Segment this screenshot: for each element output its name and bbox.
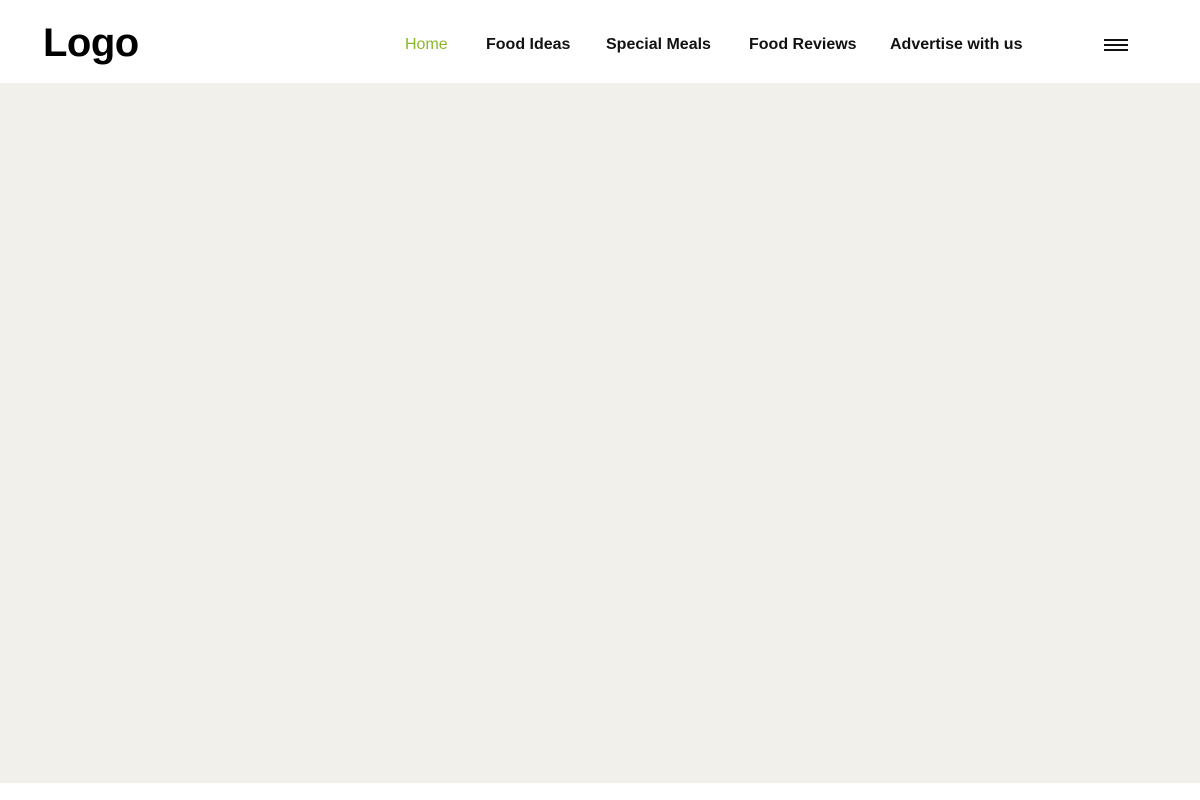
footer-strip bbox=[0, 783, 1200, 800]
menu-line bbox=[1104, 39, 1128, 41]
site-header: Logo Home Food Ideas Special Meals Food … bbox=[0, 0, 1200, 83]
menu-line bbox=[1104, 44, 1128, 46]
main-nav: Home Food Ideas Special Meals Food Revie… bbox=[0, 34, 1200, 58]
hamburger-menu-icon[interactable] bbox=[1101, 36, 1129, 56]
menu-line bbox=[1104, 49, 1128, 51]
nav-item-advertise-with-us[interactable]: Advertise with us bbox=[890, 34, 1022, 56]
hero-section bbox=[0, 83, 1200, 783]
nav-item-food-reviews[interactable]: Food Reviews bbox=[749, 34, 857, 56]
nav-item-special-meals[interactable]: Special Meals bbox=[606, 34, 711, 56]
nav-item-home[interactable]: Home bbox=[405, 34, 448, 56]
nav-item-food-ideas[interactable]: Food Ideas bbox=[486, 34, 570, 56]
